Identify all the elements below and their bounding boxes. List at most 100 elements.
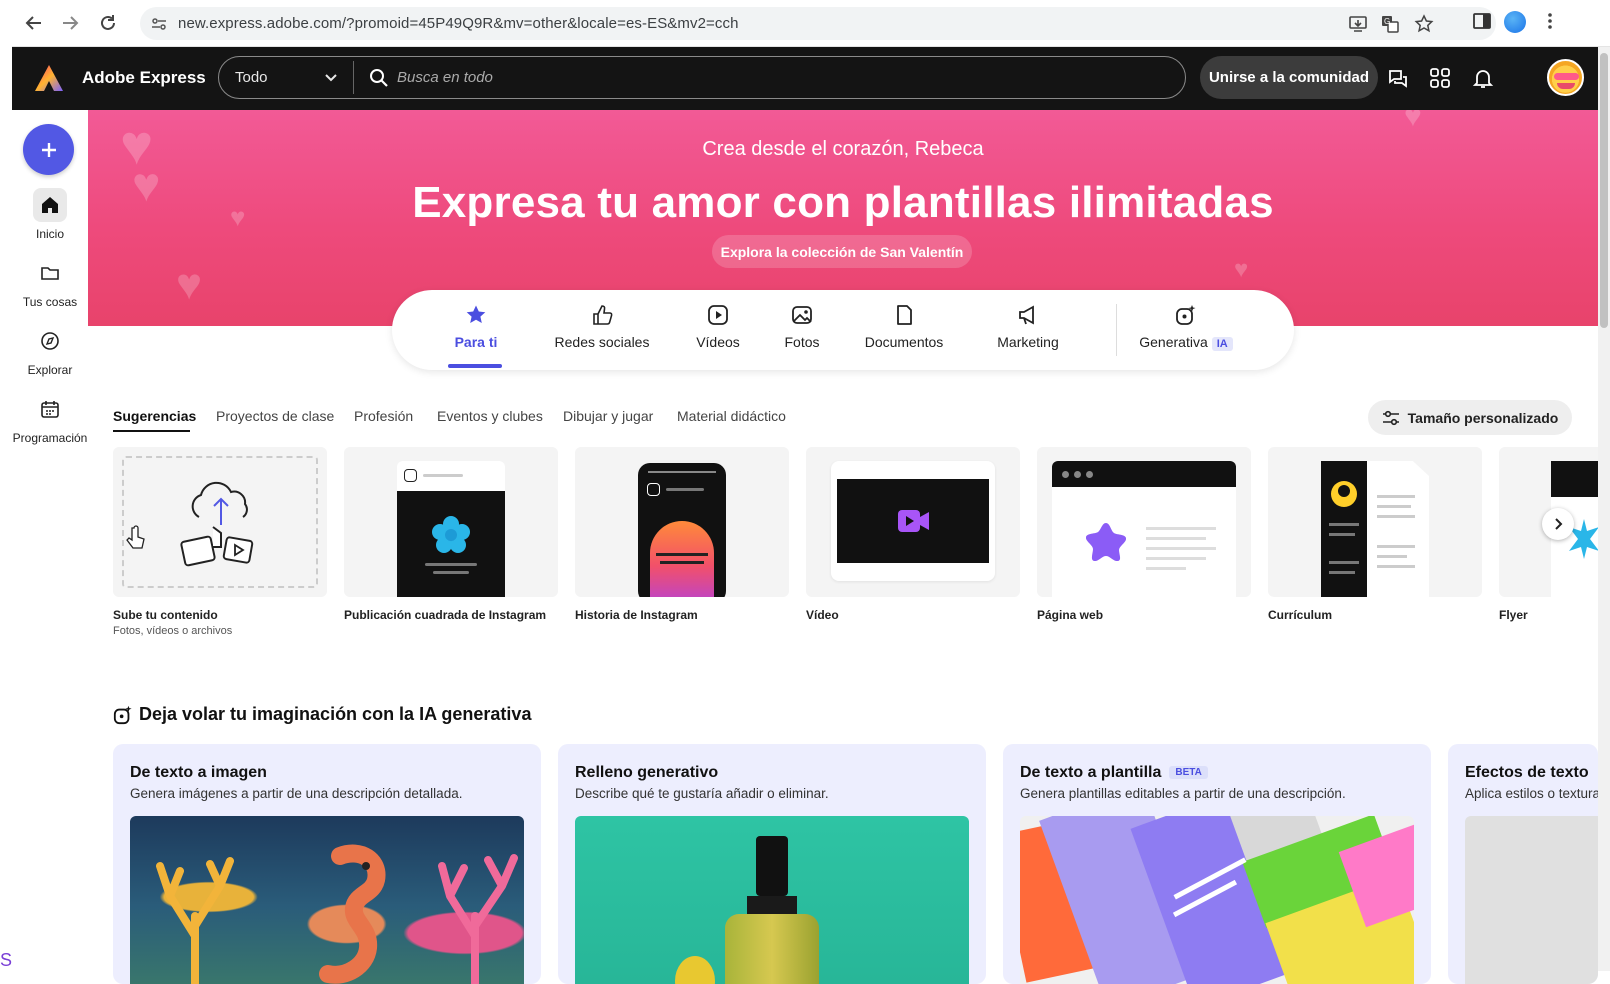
- apps-grid-icon[interactable]: [1428, 66, 1452, 90]
- thumbs-up-icon: [593, 305, 613, 325]
- subtab-class-projects[interactable]: Proyectos de clase: [216, 408, 334, 424]
- nav-item-explore[interactable]: Explorar: [12, 324, 88, 377]
- address-bar[interactable]: new.express.adobe.com/?promoid=45P49Q9R&…: [140, 7, 1496, 40]
- nav-label: Programación: [12, 431, 88, 445]
- subtab-teaching-material[interactable]: Material didáctico: [677, 408, 786, 424]
- ai-card-generative-fill[interactable]: Relleno generativo Describe qué te gusta…: [558, 744, 986, 984]
- hero-title: Expresa tu amor con plantillas ilimitada…: [412, 178, 1274, 227]
- sparkle-icon: [1176, 305, 1196, 325]
- template-label: Página web: [1037, 608, 1104, 622]
- category-label: Vídeos: [696, 334, 740, 350]
- ai-card-text-to-template[interactable]: De texto a plantilla BETA Genera plantill…: [1003, 744, 1431, 984]
- compass-icon: [41, 332, 59, 350]
- template-card-instagram-post[interactable]: Publicación cuadrada de Instagram: [344, 447, 558, 622]
- active-subtab-indicator: [113, 430, 190, 432]
- category-bar: Para ti Redes sociales Vídeos Fotos Docu…: [392, 290, 1294, 370]
- avatar[interactable]: [1547, 59, 1584, 96]
- category-photos[interactable]: Fotos: [772, 304, 832, 350]
- adobe-express-logo-icon[interactable]: [34, 64, 64, 92]
- template-label: Publicación cuadrada de Instagram: [344, 608, 547, 622]
- nav-item-your-stuff[interactable]: Tus cosas: [12, 256, 88, 309]
- star-icon: [466, 305, 486, 323]
- translate-icon[interactable]: G: [1380, 14, 1400, 34]
- beta-badge: BETA: [1169, 766, 1208, 779]
- category-label: Documentos: [864, 334, 944, 350]
- subtab-suggestions[interactable]: Sugerencias: [113, 408, 196, 424]
- forward-button[interactable]: [58, 11, 82, 35]
- chevron-down-icon[interactable]: [324, 71, 338, 85]
- nav-item-home[interactable]: Inicio: [12, 188, 88, 241]
- brand-name[interactable]: Adobe Express: [82, 68, 206, 88]
- subtab-profession[interactable]: Profesión: [354, 408, 413, 424]
- scrollbar-thumb[interactable]: [1600, 53, 1608, 328]
- star-shape-icon: [1086, 523, 1126, 561]
- coral-illustration: [156, 857, 234, 984]
- carousel-next-button[interactable]: [1542, 508, 1574, 540]
- bell-icon[interactable]: [1471, 66, 1495, 90]
- instagram-icon: [647, 483, 660, 496]
- category-label: Generativa: [1139, 334, 1208, 350]
- nav-label: Tus cosas: [22, 295, 78, 309]
- profile-icon[interactable]: [1504, 11, 1526, 33]
- create-new-button[interactable]: [23, 124, 74, 175]
- ai-badge: IA: [1211, 337, 1233, 351]
- ai-section-title-text: Deja volar tu imaginación con la IA gene…: [139, 704, 532, 724]
- nav-label: Inicio: [35, 227, 64, 241]
- home-icon: [42, 197, 58, 213]
- url-text[interactable]: new.express.adobe.com/?promoid=45P49Q9R&…: [178, 15, 739, 32]
- arrow-left-icon: [25, 16, 41, 30]
- valentine-collection-button[interactable]: Explora la colección de San Valentín: [712, 235, 972, 268]
- search-input[interactable]: [397, 64, 1157, 90]
- template-card-resume[interactable]: Currículum: [1268, 447, 1482, 622]
- template-label: Historia de Instagram: [575, 608, 698, 622]
- back-button[interactable]: [22, 11, 46, 35]
- phone-story-mockup: [638, 463, 726, 597]
- reload-icon: [101, 15, 115, 30]
- image-icon: [792, 306, 812, 324]
- template-card-instagram-story[interactable]: Historia de Instagram: [575, 447, 789, 622]
- template-card-video[interactable]: Vídeo: [806, 447, 1020, 622]
- search-scope-select[interactable]: Todo: [235, 69, 268, 86]
- category-documents[interactable]: Documentos: [858, 304, 950, 350]
- template-label: Vídeo: [806, 608, 839, 622]
- category-videos[interactable]: Vídeos: [682, 304, 754, 350]
- document-icon: [897, 305, 912, 325]
- chat-icon[interactable]: [1386, 66, 1410, 90]
- custom-size-button[interactable]: Tamaño personalizado: [1368, 400, 1572, 435]
- template-card-upload[interactable]: Sube tu contenido Fotos, vídeos o archiv…: [113, 447, 327, 637]
- category-marketing[interactable]: Marketing: [988, 304, 1068, 350]
- video-camera-icon: [898, 510, 929, 532]
- phone-post-mockup: [397, 461, 505, 597]
- side-panel-icon[interactable]: [1472, 11, 1492, 31]
- browser-toolbar: new.express.adobe.com/?promoid=45P49Q9R&…: [12, 0, 1610, 47]
- category-divider: [1116, 304, 1117, 356]
- install-app-icon[interactable]: [1348, 14, 1368, 34]
- page-scrollbar[interactable]: [1598, 47, 1610, 971]
- more-menu-icon[interactable]: [1540, 11, 1560, 31]
- arrow-right-icon: [63, 16, 79, 30]
- ai-card-text-to-image[interactable]: De texto a imagen Genera imágenes a part…: [113, 744, 541, 984]
- site-settings-icon[interactable]: [150, 15, 168, 33]
- bookmark-star-icon[interactable]: [1414, 14, 1434, 34]
- reload-button[interactable]: [96, 11, 120, 35]
- sparkle-icon: [113, 705, 132, 724]
- ai-card-desc: Genera imágenes a partir de una descripc…: [130, 786, 463, 801]
- subtab-draw-play[interactable]: Dibujar y jugar: [563, 408, 653, 424]
- join-community-button[interactable]: Unirse a la comunidad: [1200, 56, 1378, 99]
- nav-item-schedule[interactable]: Programación: [12, 392, 88, 445]
- template-card-web-page[interactable]: Página web: [1037, 447, 1251, 622]
- nav-label: Explorar: [27, 363, 73, 377]
- category-social[interactable]: Redes sociales: [542, 304, 662, 350]
- text-effects-image: [1465, 816, 1598, 984]
- heart-decoration: ♥: [176, 260, 203, 309]
- ai-card-text-effects[interactable]: Efectos de texto Aplica estilos o textur…: [1448, 744, 1598, 984]
- bottle-dropper: [756, 836, 788, 896]
- instagram-icon: [404, 469, 417, 482]
- custom-size-label: Tamaño personalizado: [1407, 409, 1559, 426]
- category-for-you[interactable]: Para ti: [440, 304, 512, 350]
- stray-text: S: [0, 950, 13, 970]
- category-label: Redes sociales: [554, 334, 650, 350]
- search-bar: Todo: [218, 56, 1186, 99]
- category-generative[interactable]: Generativa IA: [1136, 304, 1236, 351]
- subtab-events-clubs[interactable]: Eventos y clubes: [437, 408, 543, 424]
